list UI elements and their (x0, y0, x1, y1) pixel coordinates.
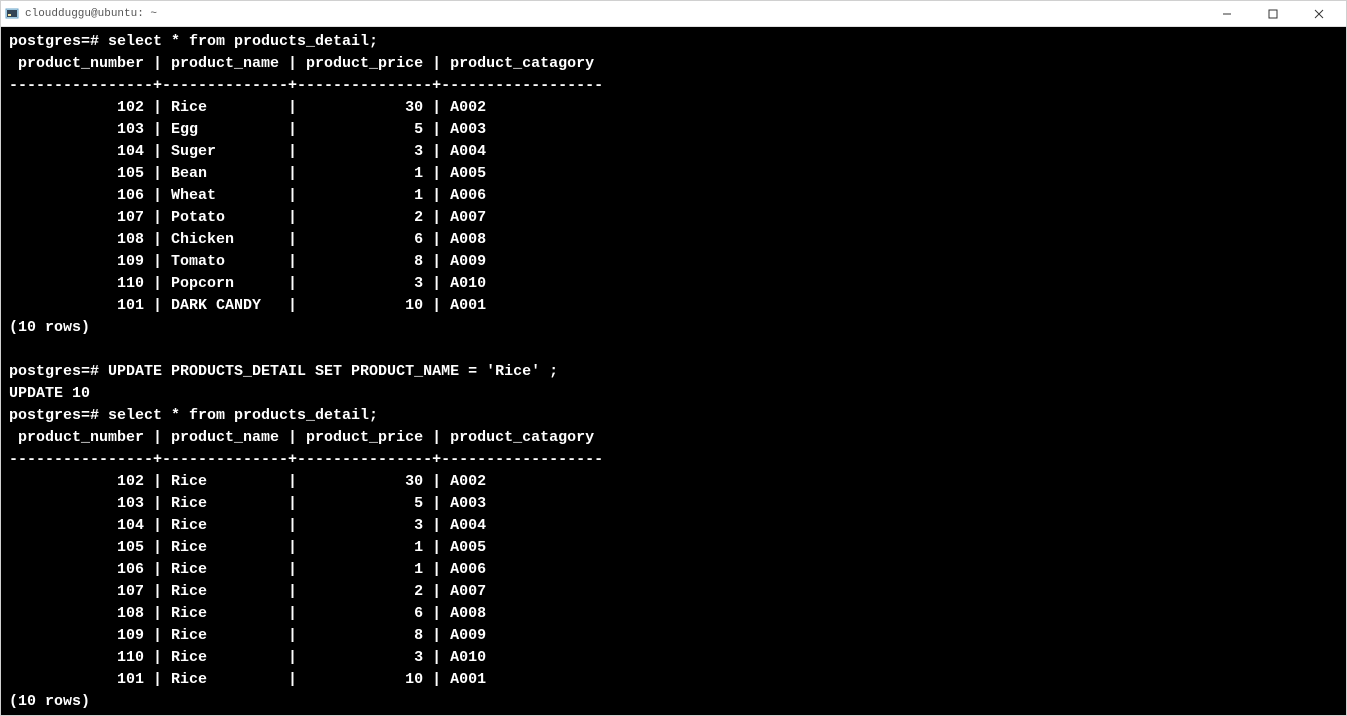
putty-icon (5, 7, 19, 21)
window-title: cloudduggu@ubuntu: ~ (25, 8, 157, 20)
terminal-window: cloudduggu@ubuntu: ~ postgres=# select *… (0, 0, 1347, 716)
titlebar: cloudduggu@ubuntu: ~ (1, 1, 1346, 27)
maximize-button[interactable] (1250, 1, 1296, 27)
terminal-output[interactable]: postgres=# select * from products_detail… (1, 27, 1346, 715)
close-button[interactable] (1296, 1, 1342, 27)
minimize-button[interactable] (1204, 1, 1250, 27)
